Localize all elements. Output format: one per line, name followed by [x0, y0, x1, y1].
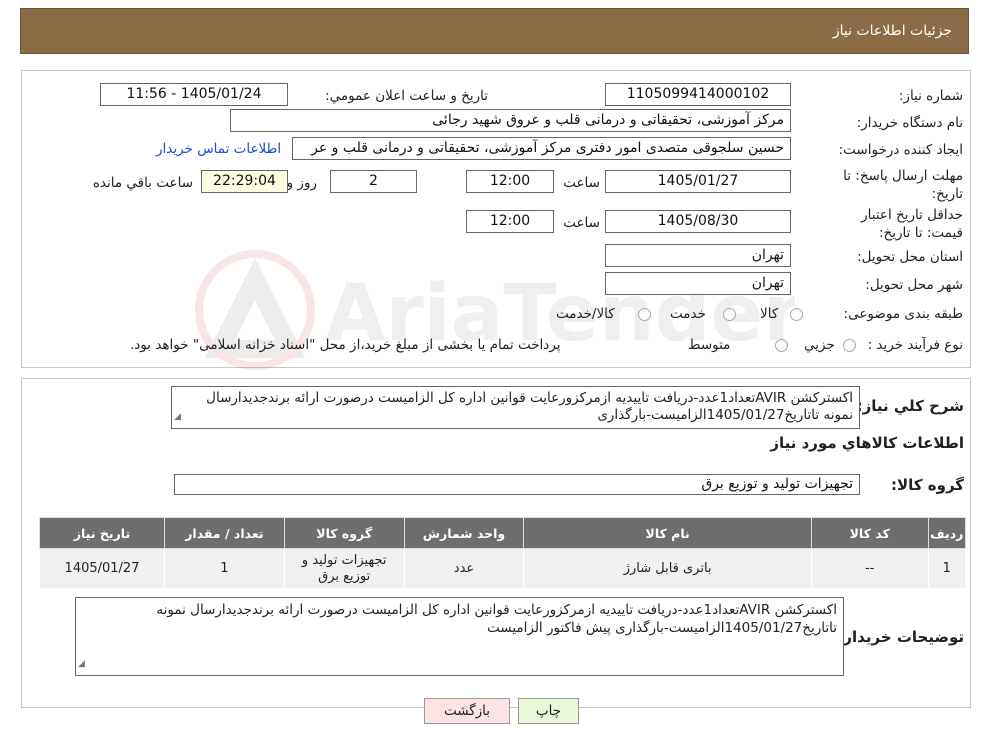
creator-field: حسین سلجوقی متصدی امور دفتری مرکز آموزشی… [292, 137, 791, 160]
buyer-notes-label: توضيحات خريدار: [837, 628, 964, 646]
deadline-date-field: 1405/01/27 [605, 170, 791, 193]
buyer-notes-text: اکسترکشن AVIRتعداد1عدد-دریافت تاییدیه از… [156, 602, 837, 636]
buyer-field: مرکز آموزشی، تحقیقاتی و درمانی قلب و عرو… [230, 109, 791, 132]
process-note: پرداخت تمام یا بخشی از مبلغ خرید،از محل … [130, 337, 561, 353]
table-cell: تجهیزات تولید و توزیع برق [283, 548, 405, 589]
description-textarea[interactable]: اکسترکشن AVIRتعداد1عدد-دریافت تاییدیه از… [171, 386, 860, 429]
column-header: نام کالا [523, 517, 812, 549]
process-option-medium: متوسط [688, 337, 731, 353]
validity-label: حداقل تاریخ اعتبار قیمت: تا تاریخ: [861, 207, 963, 241]
description-text: اکسترکشن AVIRتعداد1عدد-دریافت تاییدیه از… [206, 390, 853, 423]
buyer-notes-textarea[interactable]: اکسترکشن AVIRتعداد1عدد-دریافت تاییدیه از… [75, 597, 844, 676]
goods-table: رديف کد کالا نام کالا واحد شمارش گروه کا… [38, 517, 967, 589]
province-field: تهران [605, 244, 791, 267]
table-cell: 1 [927, 548, 967, 589]
table-cell: عدد [403, 548, 525, 589]
remaining-time-field: 22:29:04 [201, 170, 288, 193]
deadline-time-label: ساعت [563, 175, 600, 191]
category-option-goods: کالا [760, 306, 779, 322]
deadline-label: مهلت ارسال پاسخ: تا تاریخ: [843, 168, 963, 202]
buyer-label: نام دستگاه خريدار: [856, 115, 963, 131]
category-radio-goods-service[interactable] [638, 308, 651, 321]
city-field: تهران [605, 272, 791, 295]
validity-date-field: 1405/08/30 [605, 210, 791, 233]
need-number-field: 1105099414000102 [605, 83, 791, 106]
column-header: تعداد / مقدار [164, 517, 285, 549]
goods-group-field: تجهیزات تولید و توزیع برق [174, 474, 860, 495]
need-number-label: شماره نیاز: [898, 88, 963, 104]
category-label: طبقه بندی موضوعی: [843, 306, 963, 322]
table-cell: 1 [164, 548, 285, 589]
category-radio-goods[interactable] [790, 308, 803, 321]
announce-datetime-field: 1405/01/24 - 11:56 [100, 83, 288, 106]
goods-section-title: اطلاعات کالاهاي مورد نياز [770, 434, 964, 452]
province-label: استان محل تحويل: [857, 249, 963, 265]
table-row: 1 -- باتری قابل شارژ عدد تجهیزات تولید و… [38, 548, 967, 589]
creator-label: ايجاد کننده درخواست: [838, 142, 963, 158]
resize-grip-icon[interactable]: ◢ [174, 409, 181, 426]
category-radio-service[interactable] [723, 308, 736, 321]
process-option-minor: جزيي [804, 337, 835, 353]
remaining-time-label: ساعت باقي مانده [92, 175, 193, 191]
column-header: واحد شمارش [403, 517, 525, 549]
table-cell: 1405/01/27 [38, 548, 166, 589]
print-button[interactable]: چاپ [518, 698, 579, 724]
column-header: رديف [927, 517, 967, 549]
city-label: شهر محل تحويل: [865, 277, 963, 293]
days-label: روز و [286, 175, 317, 191]
days-remaining-field: 2 [330, 170, 417, 193]
column-header: تاريخ نياز [38, 517, 166, 549]
process-label: نوع فرآيند خريد : [867, 337, 963, 353]
category-option-goods-service: کالا/خدمت [556, 306, 615, 322]
process-radio-minor[interactable] [843, 339, 856, 352]
column-header: کد کالا [810, 517, 929, 549]
page-title: جزئیات اطلاعات نیاز [832, 23, 952, 39]
table-cell: باتری قابل شارژ [523, 548, 812, 589]
deadline-time-field: 12:00 [466, 170, 554, 193]
resize-grip-icon[interactable]: ◢ [78, 655, 85, 673]
table-cell: -- [810, 548, 929, 589]
page-header: جزئیات اطلاعات نیاز [20, 8, 969, 54]
description-label: شرح کلي نياز: [856, 397, 964, 415]
validity-time-field: 12:00 [466, 210, 554, 233]
buyer-contact-link[interactable]: اطلاعات تماس خريدار [156, 141, 281, 157]
process-radio-medium[interactable] [775, 339, 788, 352]
goods-group-label: گروه کالا: [891, 476, 964, 494]
category-option-service: خدمت [670, 306, 706, 322]
table-header-row: رديف کد کالا نام کالا واحد شمارش گروه کا… [38, 517, 967, 549]
validity-time-label: ساعت [563, 215, 600, 231]
column-header: گروه کالا [283, 517, 405, 549]
back-button[interactable]: بازگشت [424, 698, 510, 724]
announce-label: تاریخ و ساعت اعلان عمومي: [325, 88, 488, 104]
